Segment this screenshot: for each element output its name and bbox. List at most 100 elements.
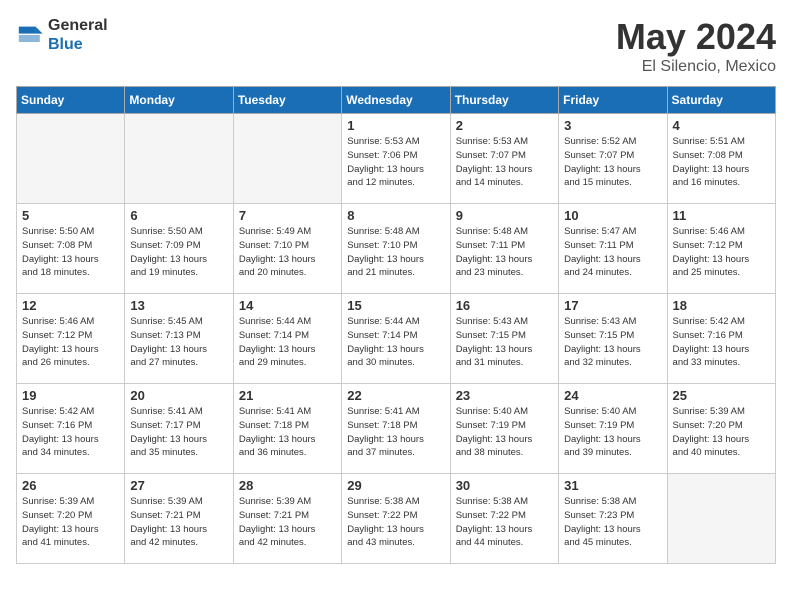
day-info: Sunrise: 5:42 AM Sunset: 7:16 PM Dayligh… xyxy=(673,315,770,370)
day-number: 30 xyxy=(456,478,553,493)
day-number: 12 xyxy=(22,298,119,313)
day-number: 23 xyxy=(456,388,553,403)
calendar-cell: 29 Sunrise: 5:38 AM Sunset: 7:22 PM Dayli… xyxy=(342,474,450,564)
calendar-cell: 26 Sunrise: 5:39 AM Sunset: 7:20 PM Dayli… xyxy=(17,474,125,564)
day-info: Sunrise: 5:43 AM Sunset: 7:15 PM Dayligh… xyxy=(564,315,661,370)
day-info: Sunrise: 5:48 AM Sunset: 7:10 PM Dayligh… xyxy=(347,225,444,280)
day-number: 1 xyxy=(347,118,444,133)
calendar-cell: 3Sunrise: 5:52 AM Sunset: 7:07 PM Daylig… xyxy=(559,114,667,204)
logo-general: General xyxy=(48,16,108,35)
weekday-header: Friday xyxy=(559,87,667,114)
day-info: Sunrise: 5:39 AM Sunset: 7:20 PM Dayligh… xyxy=(22,495,119,550)
day-number: 18 xyxy=(673,298,770,313)
day-number: 4 xyxy=(673,118,770,133)
calendar-cell: 27 Sunrise: 5:39 AM Sunset: 7:21 PM Dayli… xyxy=(125,474,233,564)
weekday-header: Sunday xyxy=(17,87,125,114)
calendar-cell: 30 Sunrise: 5:38 AM Sunset: 7:22 PM Dayli… xyxy=(450,474,558,564)
weekday-header: Wednesday xyxy=(342,87,450,114)
calendar-week-row: 12 Sunrise: 5:46 AM Sunset: 7:12 PM Dayli… xyxy=(17,294,776,384)
calendar-cell: 19 Sunrise: 5:42 AM Sunset: 7:16 PM Dayli… xyxy=(17,384,125,474)
day-number: 9 xyxy=(456,208,553,223)
calendar-cell: 23 Sunrise: 5:40 AM Sunset: 7:19 PM Dayli… xyxy=(450,384,558,474)
calendar-cell xyxy=(125,114,233,204)
day-info: Sunrise: 5:44 AM Sunset: 7:14 PM Dayligh… xyxy=(239,315,336,370)
calendar-cell: 5 Sunrise: 5:50 AM Sunset: 7:08 PM Daylig… xyxy=(17,204,125,294)
day-number: 21 xyxy=(239,388,336,403)
logo: General Blue xyxy=(16,16,108,54)
calendar-cell: 20 Sunrise: 5:41 AM Sunset: 7:17 PM Dayli… xyxy=(125,384,233,474)
calendar-week-row: 26 Sunrise: 5:39 AM Sunset: 7:20 PM Dayli… xyxy=(17,474,776,564)
day-info: Sunrise: 5:38 AM Sunset: 7:22 PM Dayligh… xyxy=(347,495,444,550)
calendar-cell: 24Sunrise: 5:40 AM Sunset: 7:19 PM Dayli… xyxy=(559,384,667,474)
calendar-cell xyxy=(233,114,341,204)
day-info: Sunrise: 5:40 AM Sunset: 7:19 PM Dayligh… xyxy=(456,405,553,460)
month-title: May 2024 xyxy=(616,16,776,58)
calendar-week-row: 19 Sunrise: 5:42 AM Sunset: 7:16 PM Dayli… xyxy=(17,384,776,474)
calendar-cell: 11 Sunrise: 5:46 AM Sunset: 7:12 PM Dayli… xyxy=(667,204,775,294)
weekday-header: Tuesday xyxy=(233,87,341,114)
calendar-cell: 25Sunrise: 5:39 AM Sunset: 7:20 PM Dayli… xyxy=(667,384,775,474)
day-number: 19 xyxy=(22,388,119,403)
calendar-week-row: 1 Sunrise: 5:53 AM Sunset: 7:06 PM Daylig… xyxy=(17,114,776,204)
day-number: 16 xyxy=(456,298,553,313)
day-info: Sunrise: 5:46 AM Sunset: 7:12 PM Dayligh… xyxy=(673,225,770,280)
day-number: 24 xyxy=(564,388,661,403)
title-block: May 2024 El Silencio, Mexico xyxy=(616,16,776,76)
day-info: Sunrise: 5:41 AM Sunset: 7:17 PM Dayligh… xyxy=(130,405,227,460)
day-number: 15 xyxy=(347,298,444,313)
calendar-cell: 18 Sunrise: 5:42 AM Sunset: 7:16 PM Dayli… xyxy=(667,294,775,384)
day-number: 31 xyxy=(564,478,661,493)
calendar-cell: 16 Sunrise: 5:43 AM Sunset: 7:15 PM Dayli… xyxy=(450,294,558,384)
day-number: 26 xyxy=(22,478,119,493)
day-number: 27 xyxy=(130,478,227,493)
calendar-cell: 14 Sunrise: 5:44 AM Sunset: 7:14 PM Dayli… xyxy=(233,294,341,384)
weekday-header: Monday xyxy=(125,87,233,114)
day-info: Sunrise: 5:48 AM Sunset: 7:11 PM Dayligh… xyxy=(456,225,553,280)
page-header: General Blue May 2024 El Silencio, Mexic… xyxy=(16,16,776,76)
day-info: Sunrise: 5:45 AM Sunset: 7:13 PM Dayligh… xyxy=(130,315,227,370)
day-number: 5 xyxy=(22,208,119,223)
calendar-cell: 10 Sunrise: 5:47 AM Sunset: 7:11 PM Dayli… xyxy=(559,204,667,294)
day-number: 17 xyxy=(564,298,661,313)
weekday-header-row: SundayMondayTuesdayWednesdayThursdayFrid… xyxy=(17,87,776,114)
calendar-cell: 22 Sunrise: 5:41 AM Sunset: 7:18 PM Dayli… xyxy=(342,384,450,474)
calendar-cell: 8Sunrise: 5:48 AM Sunset: 7:10 PM Daylig… xyxy=(342,204,450,294)
calendar-cell: 17 Sunrise: 5:43 AM Sunset: 7:15 PM Dayli… xyxy=(559,294,667,384)
calendar-cell: 13Sunrise: 5:45 AM Sunset: 7:13 PM Dayli… xyxy=(125,294,233,384)
day-number: 22 xyxy=(347,388,444,403)
day-number: 29 xyxy=(347,478,444,493)
day-info: Sunrise: 5:42 AM Sunset: 7:16 PM Dayligh… xyxy=(22,405,119,460)
day-info: Sunrise: 5:49 AM Sunset: 7:10 PM Dayligh… xyxy=(239,225,336,280)
calendar-cell: 21 Sunrise: 5:41 AM Sunset: 7:18 PM Dayli… xyxy=(233,384,341,474)
calendar-cell: 28Sunrise: 5:39 AM Sunset: 7:21 PM Dayli… xyxy=(233,474,341,564)
day-info: Sunrise: 5:47 AM Sunset: 7:11 PM Dayligh… xyxy=(564,225,661,280)
day-info: Sunrise: 5:53 AM Sunset: 7:06 PM Dayligh… xyxy=(347,135,444,190)
day-info: Sunrise: 5:41 AM Sunset: 7:18 PM Dayligh… xyxy=(239,405,336,460)
day-info: Sunrise: 5:39 AM Sunset: 7:21 PM Dayligh… xyxy=(239,495,336,550)
day-number: 3 xyxy=(564,118,661,133)
calendar-cell xyxy=(667,474,775,564)
day-number: 10 xyxy=(564,208,661,223)
day-info: Sunrise: 5:38 AM Sunset: 7:22 PM Dayligh… xyxy=(456,495,553,550)
calendar-cell: 15Sunrise: 5:44 AM Sunset: 7:14 PM Dayli… xyxy=(342,294,450,384)
day-info: Sunrise: 5:43 AM Sunset: 7:15 PM Dayligh… xyxy=(456,315,553,370)
calendar-cell: 6Sunrise: 5:50 AM Sunset: 7:09 PM Daylig… xyxy=(125,204,233,294)
calendar-cell: 2Sunrise: 5:53 AM Sunset: 7:07 PM Daylig… xyxy=(450,114,558,204)
day-info: Sunrise: 5:41 AM Sunset: 7:18 PM Dayligh… xyxy=(347,405,444,460)
day-number: 14 xyxy=(239,298,336,313)
day-info: Sunrise: 5:50 AM Sunset: 7:08 PM Dayligh… xyxy=(22,225,119,280)
day-info: Sunrise: 5:39 AM Sunset: 7:21 PM Dayligh… xyxy=(130,495,227,550)
calendar-cell: 31Sunrise: 5:38 AM Sunset: 7:23 PM Dayli… xyxy=(559,474,667,564)
day-number: 20 xyxy=(130,388,227,403)
day-info: Sunrise: 5:46 AM Sunset: 7:12 PM Dayligh… xyxy=(22,315,119,370)
calendar-cell xyxy=(17,114,125,204)
calendar-cell: 1 Sunrise: 5:53 AM Sunset: 7:06 PM Daylig… xyxy=(342,114,450,204)
calendar-week-row: 5 Sunrise: 5:50 AM Sunset: 7:08 PM Daylig… xyxy=(17,204,776,294)
day-number: 7 xyxy=(239,208,336,223)
calendar-cell: 4Sunrise: 5:51 AM Sunset: 7:08 PM Daylig… xyxy=(667,114,775,204)
logo-icon xyxy=(16,21,44,49)
day-number: 6 xyxy=(130,208,227,223)
calendar-table: SundayMondayTuesdayWednesdayThursdayFrid… xyxy=(16,86,776,564)
day-number: 11 xyxy=(673,208,770,223)
calendar-cell: 7 Sunrise: 5:49 AM Sunset: 7:10 PM Daylig… xyxy=(233,204,341,294)
